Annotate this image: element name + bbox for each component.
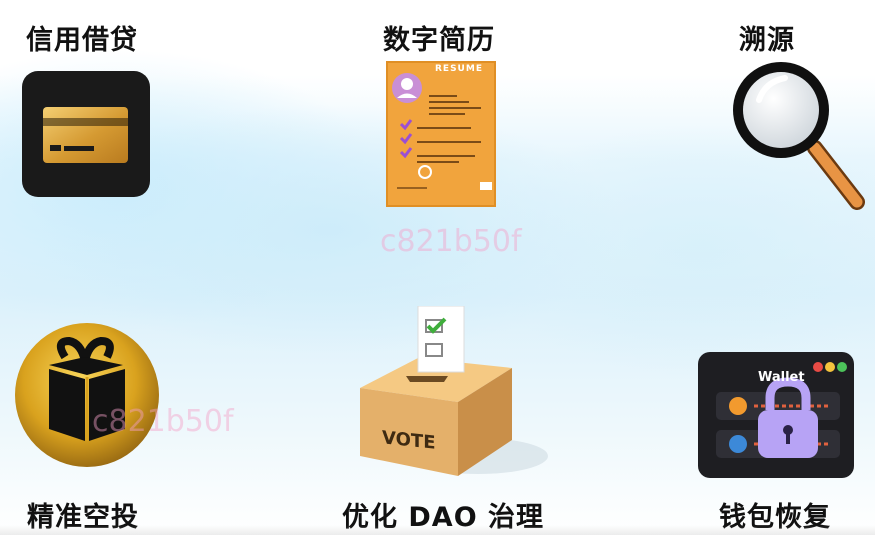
credit-lending-tile[interactable] (22, 71, 150, 197)
digital-resume-tile[interactable]: RESUME (385, 60, 497, 208)
bottom-strip (0, 525, 875, 535)
airdrop-tile[interactable] (13, 321, 161, 469)
watermark-text: c821b50f (380, 224, 522, 259)
wallet-title: Wallet (758, 370, 805, 385)
digital-resume-label: 数字简历 (383, 25, 495, 56)
magnifier-icon (733, 62, 865, 210)
ballot-box-icon (360, 305, 548, 476)
wallet-recovery-tile[interactable]: Wallet (698, 352, 854, 478)
resume-document-icon (386, 61, 496, 207)
dao-governance-tile[interactable]: VOTE (358, 305, 548, 484)
watermark-text-secondary: c821b50f (92, 404, 234, 439)
traceability-tile[interactable] (729, 60, 865, 210)
credit-lending-label: 信用借贷 (26, 25, 138, 56)
resume-title: RESUME (435, 64, 483, 74)
traceability-label: 溯源 (739, 25, 795, 56)
gift-box-icon (15, 323, 159, 467)
credit-card-icon (22, 71, 150, 197)
